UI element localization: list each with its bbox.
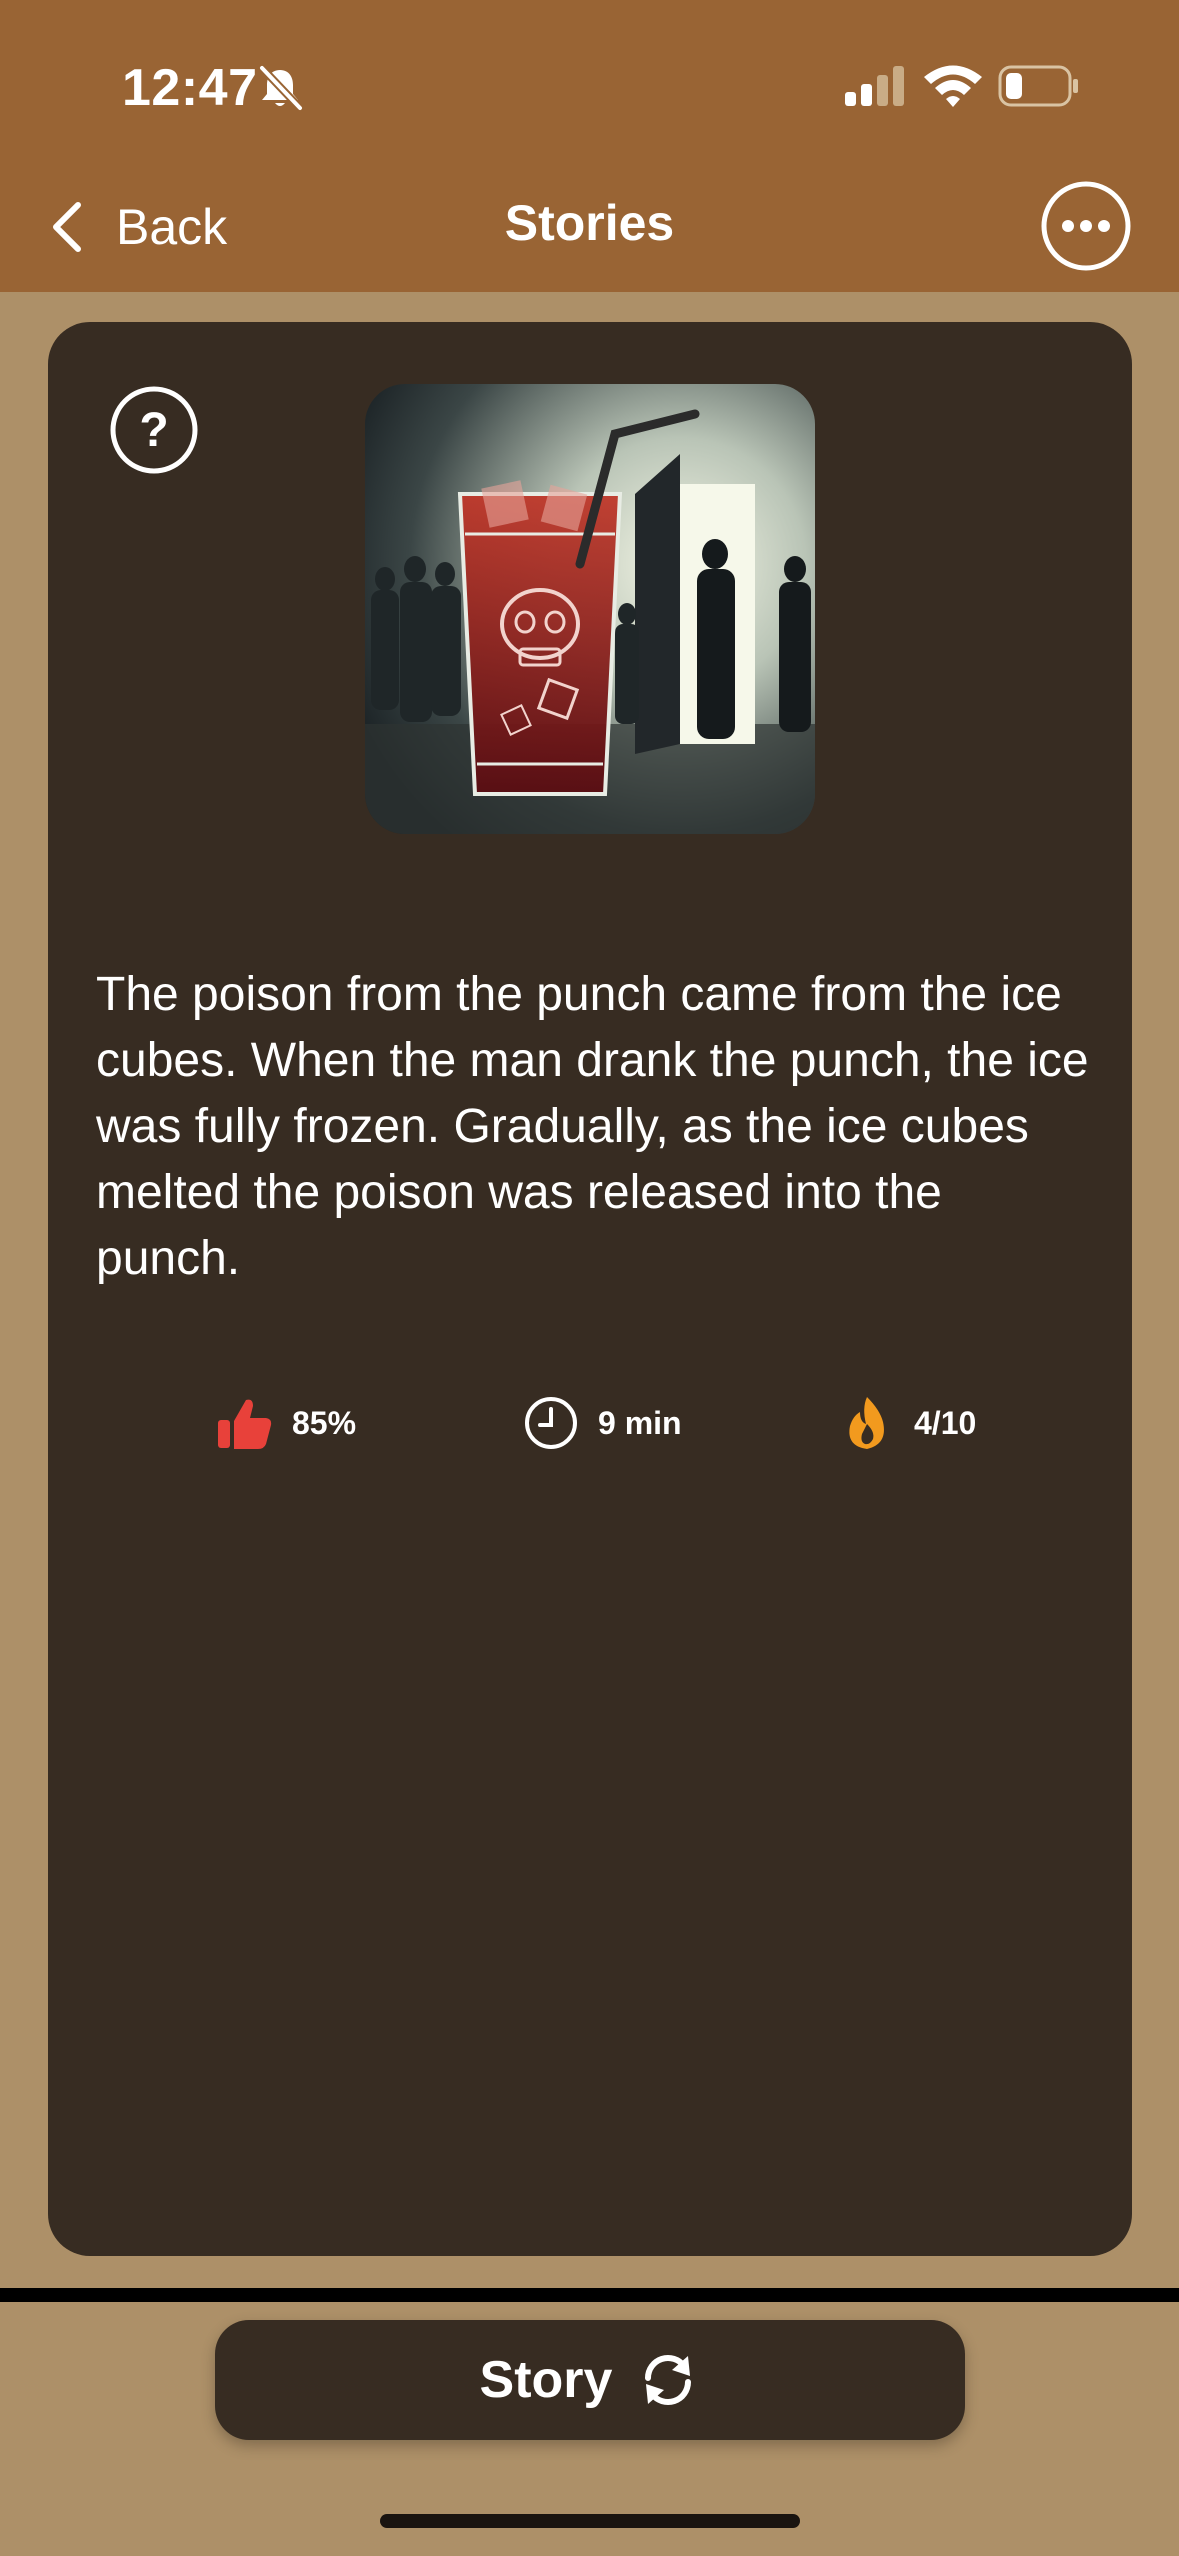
poison-punch-illustration: [365, 384, 815, 834]
cellular-signal-icon: [845, 66, 904, 106]
battery-icon: [998, 65, 1078, 107]
nav-header: 12:47 Back Stories: [0, 0, 1179, 292]
rating-value: 85%: [292, 1404, 357, 1441]
time-value: 9 min: [598, 1404, 682, 1441]
question-circle-icon[interactable]: ?: [108, 384, 200, 476]
stats-row: 85% 9 min 4/10: [48, 1388, 1132, 1458]
svg-text:?: ?: [139, 404, 168, 457]
story-button[interactable]: Story: [215, 2320, 965, 2440]
ellipsis-circle-icon[interactable]: [1040, 180, 1132, 272]
story-button-label: Story: [479, 2351, 613, 2409]
bell-slash-icon: [259, 65, 303, 111]
wifi-icon: [924, 65, 982, 107]
status-time: 12:47: [122, 59, 258, 117]
time-stat: 9 min: [522, 1388, 682, 1458]
difficulty-value: 4/10: [914, 1404, 977, 1441]
difficulty-stat: 4/10: [838, 1388, 976, 1458]
home-indicator: [380, 2514, 800, 2528]
thumbs-up-icon: [218, 1399, 272, 1449]
flame-icon: [849, 1397, 884, 1449]
story-card: ? The poison from the punch came from th…: [48, 322, 1132, 2256]
solution-text: The poison from the punch came from the …: [96, 968, 1089, 1285]
divider: [0, 2288, 1179, 2302]
page-title: Stories: [504, 195, 675, 251]
clock-icon: [525, 1397, 577, 1449]
rating-stat: 85%: [216, 1388, 356, 1458]
refresh-icon: [645, 2355, 692, 2405]
